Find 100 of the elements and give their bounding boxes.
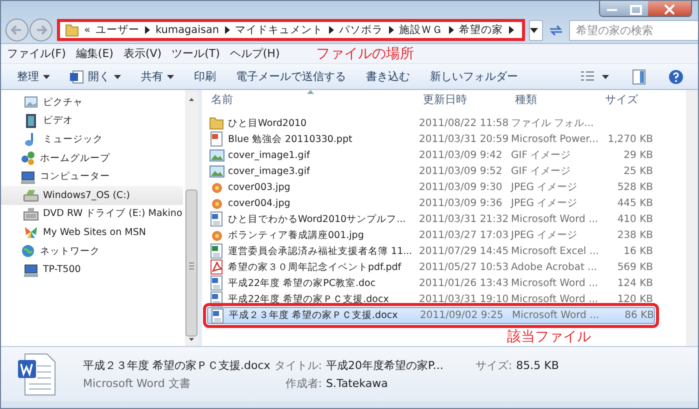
file-name: 運営委員会承認済み福祉支援者名簿 11...	[228, 244, 412, 258]
search-field[interactable]: 希望の家の検索	[569, 20, 698, 40]
toolbar-button[interactable]: 共有	[133, 67, 182, 86]
file-row[interactable]: cover003.jpg 2011/03/09 9:30 JPEG イメージ 528 KB	[207, 179, 655, 196]
file-row[interactable]: 平成22年度 希望の家PC教室.doc 2011/01/26 13:43 Microsoft Word ... 124 KB	[207, 275, 655, 292]
field-value: 85.5 KB	[516, 358, 559, 372]
file-name: 平成２３年度 希望の家ＰＣ支援.docx	[229, 309, 398, 322]
modified-date: 2011/03/27 17:03	[419, 230, 510, 241]
file-row[interactable]: cover004.jpg 2011/03/09 9:36 JPEG イメージ 445 KB	[207, 195, 655, 212]
modified-date: 2011/03/09 9:36	[419, 198, 504, 209]
file-type: ファイル フォル...	[511, 117, 595, 130]
toolbar-button[interactable]: 書き込む	[358, 67, 418, 86]
file-type: Microsoft Word ...	[512, 310, 600, 322]
file-size: 16 KB	[622, 246, 653, 257]
field-label: タイトル:	[274, 358, 322, 372]
file-size: 1,270 KB	[606, 134, 653, 145]
field-value: S.Tatekawa	[326, 376, 389, 390]
file-type: Microsoft Word ...	[511, 214, 600, 225]
sidebar-item[interactable]: ビデオ	[1, 112, 183, 130]
modified-date: 2011/03/09 9:52	[419, 166, 504, 177]
sidebar-item[interactable]: コンピューター	[1, 167, 183, 186]
file-size: 29 KB	[622, 150, 653, 161]
file-type: GIF イメージ	[511, 165, 572, 178]
file-name: ひと目でわかるWord2010サンプルフ...	[228, 212, 406, 226]
toolbar-button[interactable]: 整理	[9, 67, 58, 86]
file-name: ボランティア養成講座001.jpg	[228, 228, 364, 242]
file-name: 平成22年度 希望の家ＰＣ支援.docx	[228, 292, 389, 306]
sidebar-item[interactable]: ホームグループ	[1, 148, 183, 168]
sidebar-item[interactable]: My Web Sites on MSN	[1, 223, 183, 242]
file-type: Microsoft Word ...	[511, 294, 600, 305]
modified-date: 2011/08/22 11:58	[419, 118, 510, 129]
file-type: JPEG イメージ	[511, 181, 578, 194]
sidebar-item[interactable]: ミュージック	[1, 130, 183, 149]
field-label: サイズ:	[474, 358, 512, 372]
sidebar-item[interactable]: TP-T500	[1, 260, 183, 279]
file-name: ひと目Word2010	[228, 116, 307, 130]
file-type: Microsoft Word ...	[511, 278, 600, 289]
modified-date: 2011/03/09 9:42	[419, 150, 504, 161]
breadcrumb[interactable]: マイドキュメント	[235, 23, 324, 37]
file-type: GIF イメージ	[511, 149, 572, 162]
file-type: Adobe Acrobat ...	[511, 262, 598, 273]
file-type: JPEG イメージ	[511, 229, 578, 242]
sidebar-item[interactable]: Windows7_OS (C:)	[1, 186, 183, 205]
modified-date: 2011/03/31 19:10	[419, 294, 510, 305]
file-size: 238 KB	[616, 230, 653, 241]
address-bar[interactable]: « ユーザー kumagaisan マイドキュメント パソボラ 施設ＷＧ 希望の家	[57, 19, 526, 41]
breadcrumb[interactable]: 施設ＷＧ	[399, 23, 444, 37]
file-name: cover_image3.gif	[228, 166, 310, 177]
sidebar-item[interactable]: ピクチャ	[1, 93, 183, 112]
menu-item[interactable]: 編集(E)	[76, 46, 114, 61]
file-row[interactable]: 希望の家３０周年記念イベントpdf.pdf 2011/05/27 10:53 Adobe Acrobat ... 569 KB	[207, 259, 655, 276]
breadcrumb[interactable]: kumagaisan	[155, 24, 220, 36]
breadcrumb[interactable]: ユーザー	[95, 23, 140, 37]
file-type: JPEG イメージ	[511, 197, 578, 210]
breadcrumb[interactable]: 希望の家	[459, 23, 504, 37]
file-name: 平成２３年度 希望の家ＰＣ支援.docx	[83, 358, 270, 372]
file-row[interactable]: cover_image3.gif 2011/03/09 9:52 GIF イメージ 25 KB	[207, 163, 655, 180]
column-header[interactable]: サイズ	[603, 90, 653, 110]
toolbar-button[interactable]: 開く	[62, 67, 129, 86]
modified-date: 2011/03/31 21:32	[419, 214, 510, 225]
file-row[interactable]: Blue 勉強会 20110330.ppt 2011/03/31 20:59 Microsoft Power... 1,270 KB	[207, 131, 655, 148]
toolbar-button[interactable]: 電子メールで送信する	[228, 67, 354, 86]
callout-label: 該当ファイル	[507, 328, 591, 346]
file-type: Microsoft Excel ...	[511, 246, 600, 257]
toolbar-button[interactable]: 新しいフォルダー	[422, 67, 526, 86]
menu-item[interactable]: ヘルプ(H)	[230, 46, 280, 61]
file-row[interactable]: cover_image1.gif 2011/03/09 9:42 GIF イメージ 29 KB	[207, 147, 655, 164]
modified-date: 2011/05/27 10:53	[419, 262, 510, 273]
file-size: 410 KB	[616, 214, 653, 225]
field-label: 作成者:	[284, 376, 322, 390]
toolbar-button[interactable]: 印刷	[186, 67, 224, 86]
file-size: 86 KB	[624, 310, 654, 322]
menu-item[interactable]: ファイル(F)	[7, 46, 66, 61]
modified-date: 2011/03/31 20:59	[419, 134, 510, 145]
file-row[interactable]: 運営委員会承認済み福祉支援者名簿 11... 2011/07/29 14:45 Microsoft Excel ... 16 KB	[207, 243, 655, 260]
file-size: 120 KB	[616, 294, 653, 305]
file-size: 569 KB	[616, 262, 653, 273]
file-name: cover_image1.gif	[228, 150, 310, 161]
menu-item[interactable]: ツール(T)	[172, 46, 220, 61]
file-name: 希望の家３０周年記念イベントpdf.pdf	[228, 260, 402, 274]
sidebar-item[interactable]: DVD RW ドライブ (E:) Makino	[1, 204, 183, 224]
file-row[interactable]: ひと目Word2010 2011/08/22 11:58 ファイル フォル...	[207, 115, 655, 132]
file-size: 124 KB	[616, 278, 653, 289]
sidebar-item[interactable]: ネットワーク	[1, 242, 183, 260]
modified-date: 2011/09/02 9:25	[420, 310, 504, 322]
file-row[interactable]: ひと目でわかるWord2010サンプルフ... 2011/03/31 21:32 Microsoft Word ... 410 KB	[207, 211, 655, 228]
file-name: 平成22年度 希望の家PC教室.doc	[228, 276, 376, 290]
breadcrumb[interactable]: パソボラ	[339, 23, 384, 37]
file-name: cover004.jpg	[228, 198, 290, 209]
column-header[interactable]: 更新日時	[419, 90, 511, 110]
file-name: Blue 勉強会 20110330.ppt	[228, 132, 352, 146]
menu-item[interactable]: 表示(V)	[123, 46, 162, 61]
column-header[interactable]: 名前	[207, 90, 419, 110]
modified-date: 2011/07/29 14:45	[419, 246, 510, 257]
column-header[interactable]: 種類	[511, 90, 603, 110]
overflow-chevron[interactable]: «	[84, 24, 90, 36]
file-size: 25 KB	[622, 166, 653, 177]
field-value: 平成20年度希望の家P...	[326, 358, 444, 372]
file-size: 445 KB	[616, 198, 653, 209]
file-row[interactable]: ボランティア養成講座001.jpg 2011/03/27 17:03 JPEG イメージ 238 KB	[207, 227, 655, 244]
